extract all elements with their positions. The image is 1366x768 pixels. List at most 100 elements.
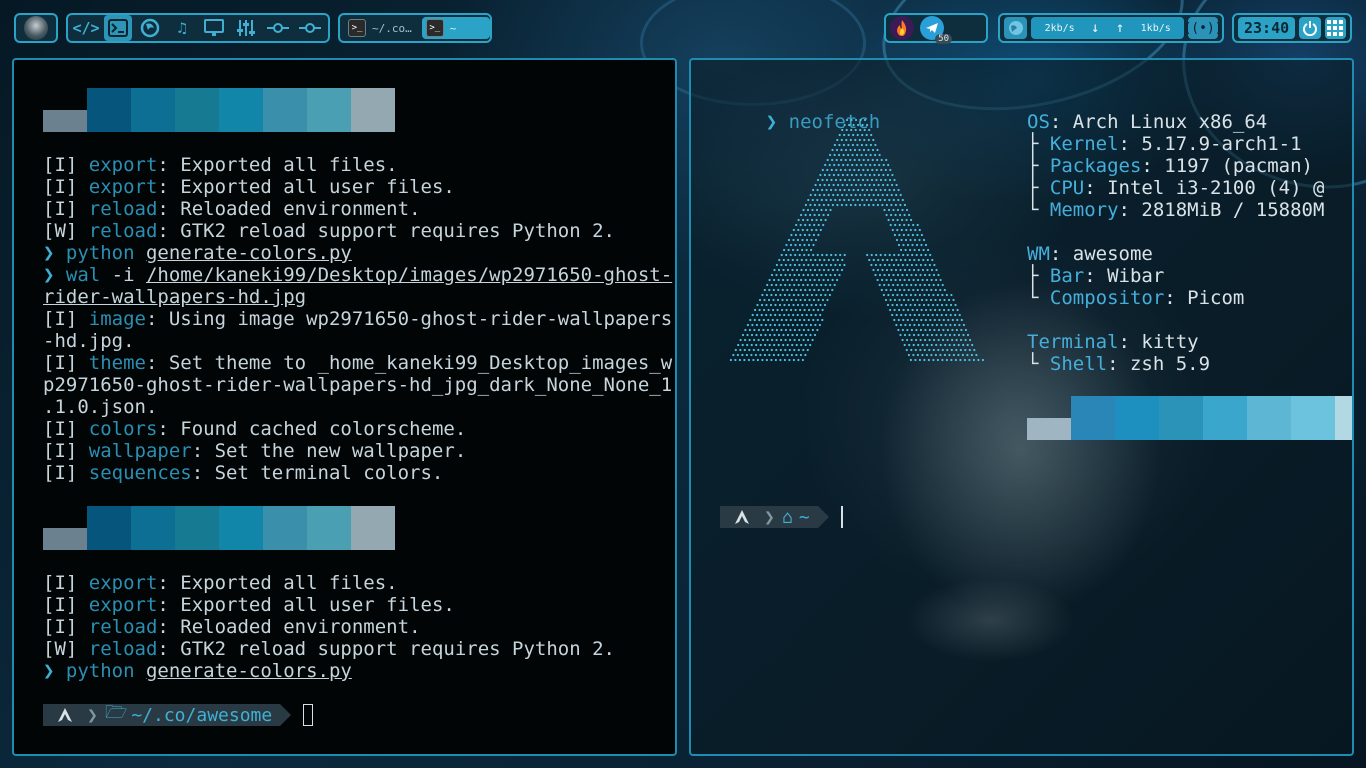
logo-dot [799,308,802,312]
logo-dot [739,338,742,342]
logo-dot [883,263,886,267]
logo-dot [951,328,954,332]
logo-dot [956,318,959,322]
logo-dot [895,258,898,262]
logo-dot [931,258,934,262]
palette-swatch [351,88,395,132]
logo-dot [870,178,874,182]
logo-dot [902,308,905,312]
logo-dot [801,248,804,252]
logo-dot [950,348,953,352]
logo-dot [805,238,809,242]
logo-dot [924,263,927,267]
logo-dot [782,333,785,337]
logo-dot [975,353,978,357]
logo-dot [788,283,791,287]
logo-dot [809,268,812,272]
logo-dot [923,358,926,362]
log-line: [I] wallpaper: Set the new wallpaper. [43,440,466,462]
logo-dot [778,323,781,327]
logo-dot [832,193,835,197]
clock[interactable]: 23:40 [1238,17,1296,39]
menu-button[interactable] [14,13,58,43]
node-icon[interactable] [264,15,292,41]
task-item-active[interactable]: >_ ~ [421,17,490,39]
log-tag: [I] [43,418,89,440]
logo-dot [812,188,815,192]
globe-icon[interactable] [1004,17,1028,39]
logo-dot [804,333,808,337]
firefox-icon[interactable] [136,15,164,41]
volume-icon[interactable]: ((•)) [1183,17,1223,39]
log-tag: [I] [43,572,89,594]
terminal-icon[interactable] [104,15,132,41]
neofetch-info-line: WM: awesome [1027,243,1153,265]
logo-dot [904,323,907,327]
logo-dot [908,343,911,347]
logo-dot [867,203,870,207]
notification-badge: 50 [935,34,952,44]
logo-dot [923,348,926,352]
log-tag: [I] [43,440,89,462]
logo-dot [899,203,902,207]
logo-dot [823,193,826,197]
logo-dot [882,173,885,177]
logo-dot [924,318,927,322]
logo-dot [791,268,794,272]
logo-dot [843,123,846,127]
logo-dot [786,278,789,282]
logo-dot [747,358,750,362]
logo-dot [738,358,741,362]
logo-dot [837,173,840,177]
logo-dot [795,288,798,292]
logo-dot [804,203,807,207]
logo-dot [905,348,908,352]
log-tag: [W] [43,638,89,660]
logo-dot [922,258,925,262]
code-icon[interactable]: </> [72,15,100,41]
logo-dot [782,323,785,327]
logo-dot [766,338,769,342]
logo-dot [854,128,857,132]
logo-dot [931,313,934,317]
node-icon[interactable] [296,15,324,41]
info-value: : zsh 5.9 [1107,353,1211,375]
logo-dot [798,328,801,332]
logo-dot [919,348,922,352]
logo-dot [881,193,884,197]
log-message: : Exported all user files. [157,594,455,616]
music-icon[interactable]: ♫ [168,15,196,41]
logo-dot [914,348,917,352]
tree-glyph: ├ [1027,155,1050,177]
grid-icon[interactable] [1324,17,1346,39]
logo-dot [912,223,915,227]
logo-dot [789,243,793,247]
logo-dot [912,278,915,282]
logo-dot [921,278,924,282]
logo-dot [914,283,917,287]
logo-dot [841,258,844,262]
logo-dot [804,343,807,347]
terminal-window-right[interactable]: ❯ neofetch OS: Arch Linux x86_64 ├ Kernel… [689,58,1354,756]
telegram-icon[interactable]: 50 [920,16,952,44]
logo-dot [876,268,880,272]
logo-dot [787,303,791,307]
logo-dot [806,228,809,232]
logo-dot [887,283,890,287]
logo-dot [782,258,785,262]
power-icon[interactable] [1299,17,1321,39]
flame-icon[interactable] [890,16,914,40]
terminal-window-left[interactable]: [I] export: Exported all files. [I] expor… [12,58,677,756]
log-tag: [I] [43,462,89,484]
task-item[interactable]: >_ ~/.co… [344,17,418,39]
logo-dot [822,268,826,272]
logo-dot [746,323,749,327]
display-icon[interactable] [200,15,228,41]
mixer-icon[interactable] [232,15,260,41]
logo-dot [930,278,933,282]
logo-dot [917,333,920,337]
logo-dot [932,283,935,287]
logo-dot [875,168,878,172]
logo-dot [827,258,830,262]
palette-swatch [219,506,263,550]
